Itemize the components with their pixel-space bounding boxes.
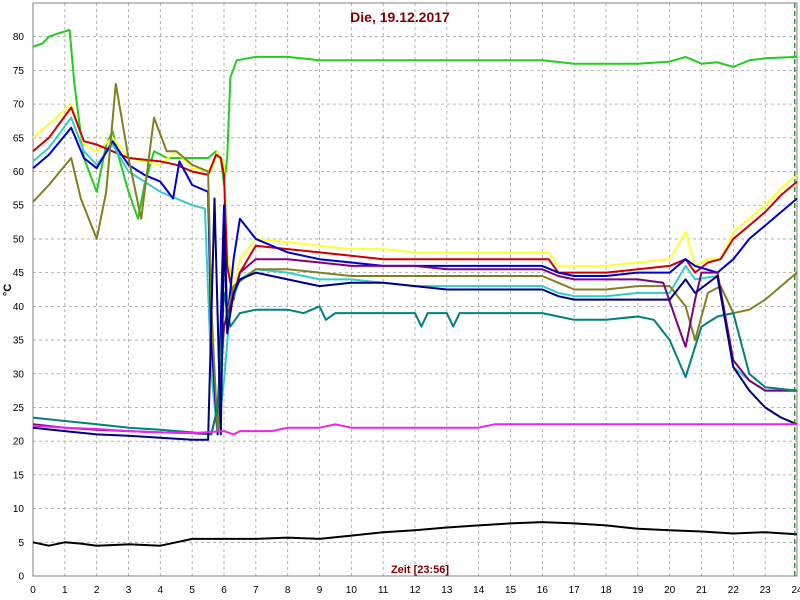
x-tick-label: 9 <box>317 585 323 596</box>
y-tick-label: 70 <box>13 100 25 111</box>
x-tick-label: 10 <box>346 585 358 596</box>
x-tick-label: 7 <box>253 585 259 596</box>
y-tick-label: 15 <box>13 470 25 481</box>
y-tick-label: 40 <box>13 302 25 313</box>
x-tick-label: 20 <box>664 585 676 596</box>
y-tick-label: 0 <box>18 572 24 583</box>
x-tick-label: 2 <box>94 585 100 596</box>
y-tick-label: 50 <box>13 234 25 245</box>
y-axis-label: °C <box>2 284 14 296</box>
x-tick-label: 16 <box>537 585 549 596</box>
temperature-chart: 0 1 2 3 4 5 6 7 8 9 10 11 12 13 14 15 16 17 18 19 20 21 22 23 24… <box>0 0 800 600</box>
x-tick-label: 21 <box>696 585 708 596</box>
x-tick-label: 8 <box>285 585 291 596</box>
x-tick-label: 23 <box>760 585 772 596</box>
x-tick-label: 22 <box>728 585 740 596</box>
y-tick-label: 20 <box>13 437 25 448</box>
x-tick-label: 17 <box>569 585 581 596</box>
x-tick-label: 24 <box>791 585 800 596</box>
y-tick-label: 30 <box>13 369 25 380</box>
x-tick-label: 19 <box>632 585 644 596</box>
y-tick-label: 65 <box>13 133 25 144</box>
y-tick-label: 60 <box>13 167 25 178</box>
y-tick-label: 45 <box>13 268 25 279</box>
y-tick-label: 5 <box>18 538 24 549</box>
y-tick-label: 25 <box>13 403 25 414</box>
x-tick-label: 12 <box>409 585 421 596</box>
x-tick-label: 15 <box>505 585 517 596</box>
x-tick-label: 18 <box>600 585 612 596</box>
chart-title: Die, 19.12.2017 <box>350 9 450 25</box>
x-tick-label: 11 <box>378 585 389 596</box>
x-tick-label: 14 <box>473 585 485 596</box>
y-tick-label: 35 <box>13 336 25 347</box>
x-tick-label: 3 <box>126 585 132 596</box>
x-tick-label: 6 <box>221 585 227 596</box>
x-tick-label: 4 <box>158 585 164 596</box>
y-tick-label: 10 <box>13 504 25 515</box>
x-tick-label: 5 <box>189 585 195 596</box>
x-tick-label: 1 <box>62 585 68 596</box>
x-tick-label: 0 <box>30 585 36 596</box>
x-tick-label: 13 <box>441 585 453 596</box>
x-axis-label: Zeit [23:56] <box>391 564 449 576</box>
y-tick-label: 75 <box>13 66 25 77</box>
y-tick-label: 80 <box>13 32 25 43</box>
y-tick-label: 55 <box>13 201 25 212</box>
